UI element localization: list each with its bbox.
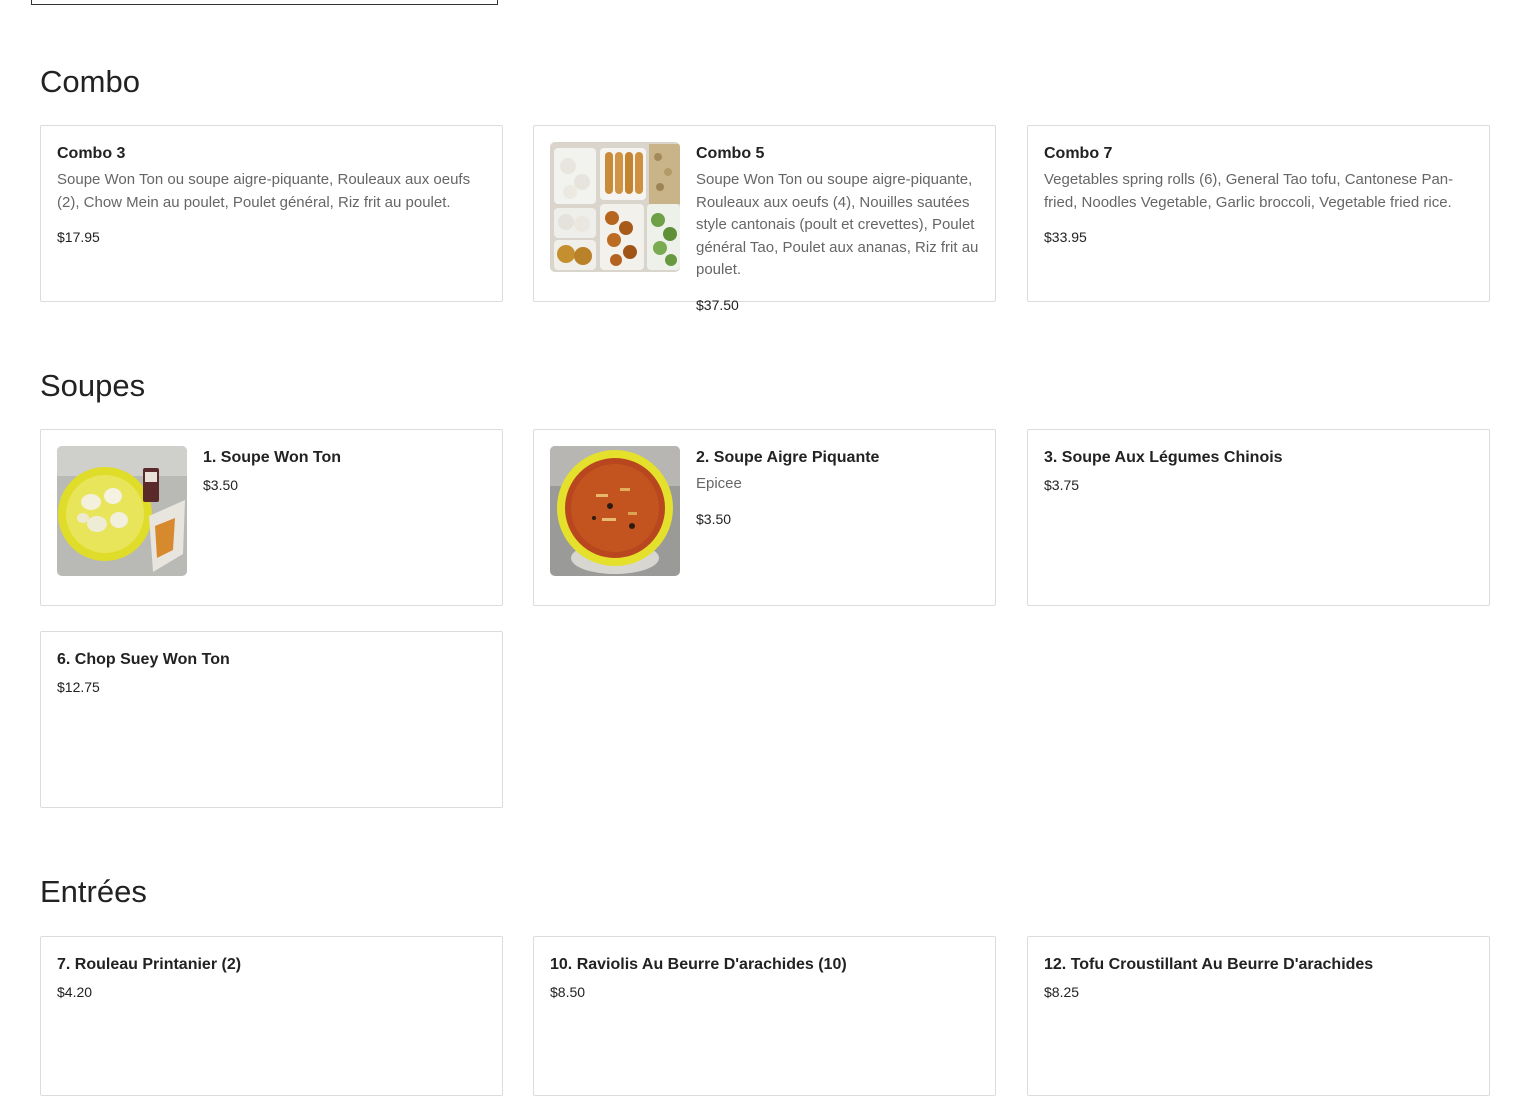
item-name: 1. Soupe Won Ton [203, 449, 342, 466]
section-title-entrees: Entrées [40, 874, 147, 909]
item-price: $37.50 [696, 296, 739, 313]
item-description: Vegetables spring rolls (6), General Tao… [1044, 171, 1454, 211]
menu-item-card[interactable]: 12. Tofu Croustillant Au Beurre D'arachi… [1027, 936, 1490, 1096]
item-name: 7. Rouleau Printanier (2) [57, 956, 242, 973]
item-name: 3. Soupe Aux Légumes Chinois [1044, 449, 1283, 466]
section-title-soupes: Soupes [40, 368, 146, 403]
menu-item-card[interactable]: Combo 7 Vegetables spring rolls (6), Gen… [1027, 125, 1490, 302]
item-description: Soupe Won Ton ou soupe aigre-piquante, R… [696, 171, 979, 278]
item-price: $17.95 [57, 229, 100, 245]
item-price: $3.50 [696, 510, 732, 527]
item-price: $8.50 [550, 984, 586, 1000]
item-description: Epicee [696, 475, 742, 492]
item-name: 2. Soupe Aigre Piquante [696, 449, 880, 466]
menu-item-card[interactable]: 10. Raviolis Au Beurre D'arachides (10) … [533, 936, 996, 1096]
item-price: $33.95 [1044, 229, 1087, 245]
item-price: $3.75 [1044, 477, 1080, 493]
search-input[interactable] [31, 0, 498, 5]
item-name: Combo 5 [696, 145, 765, 162]
item-description: Soupe Won Ton ou soupe aigre-piquante, R… [57, 171, 471, 211]
item-name: Combo 3 [57, 145, 126, 162]
menu-item-card[interactable]: 7. Rouleau Printanier (2) $4.20 [40, 936, 503, 1096]
item-name: Combo 7 [1044, 145, 1113, 162]
item-name: 10. Raviolis Au Beurre D'arachides (10) [550, 956, 847, 973]
won-ton-soup-photo [57, 446, 187, 576]
menu-item-card[interactable]: Combo 5 Soupe Won Ton ou soupe aigre-piq… [533, 125, 996, 313]
item-price: $4.20 [57, 984, 93, 1000]
menu-item-card[interactable]: 2. Soupe Aigre Piquante Epicee $3.50 [533, 429, 996, 606]
item-name: 6. Chop Suey Won Ton [57, 651, 230, 668]
combo-platter-photo [550, 142, 680, 272]
item-price: $8.25 [1044, 984, 1080, 1000]
item-price: $12.75 [57, 679, 100, 695]
menu-item-card[interactable]: 1. Soupe Won Ton $3.50 [40, 429, 503, 606]
hot-sour-soup-photo [550, 446, 680, 576]
item-name: 12. Tofu Croustillant Au Beurre D'arachi… [1044, 956, 1374, 973]
menu-item-card[interactable]: 3. Soupe Aux Légumes Chinois $3.75 [1027, 429, 1490, 606]
item-price: $3.50 [203, 477, 239, 493]
menu-item-card[interactable]: 6. Chop Suey Won Ton $12.75 [40, 631, 503, 808]
section-title-combo: Combo [40, 64, 140, 99]
menu-item-card[interactable]: Combo 3 Soupe Won Ton ou soupe aigre-piq… [40, 125, 503, 302]
